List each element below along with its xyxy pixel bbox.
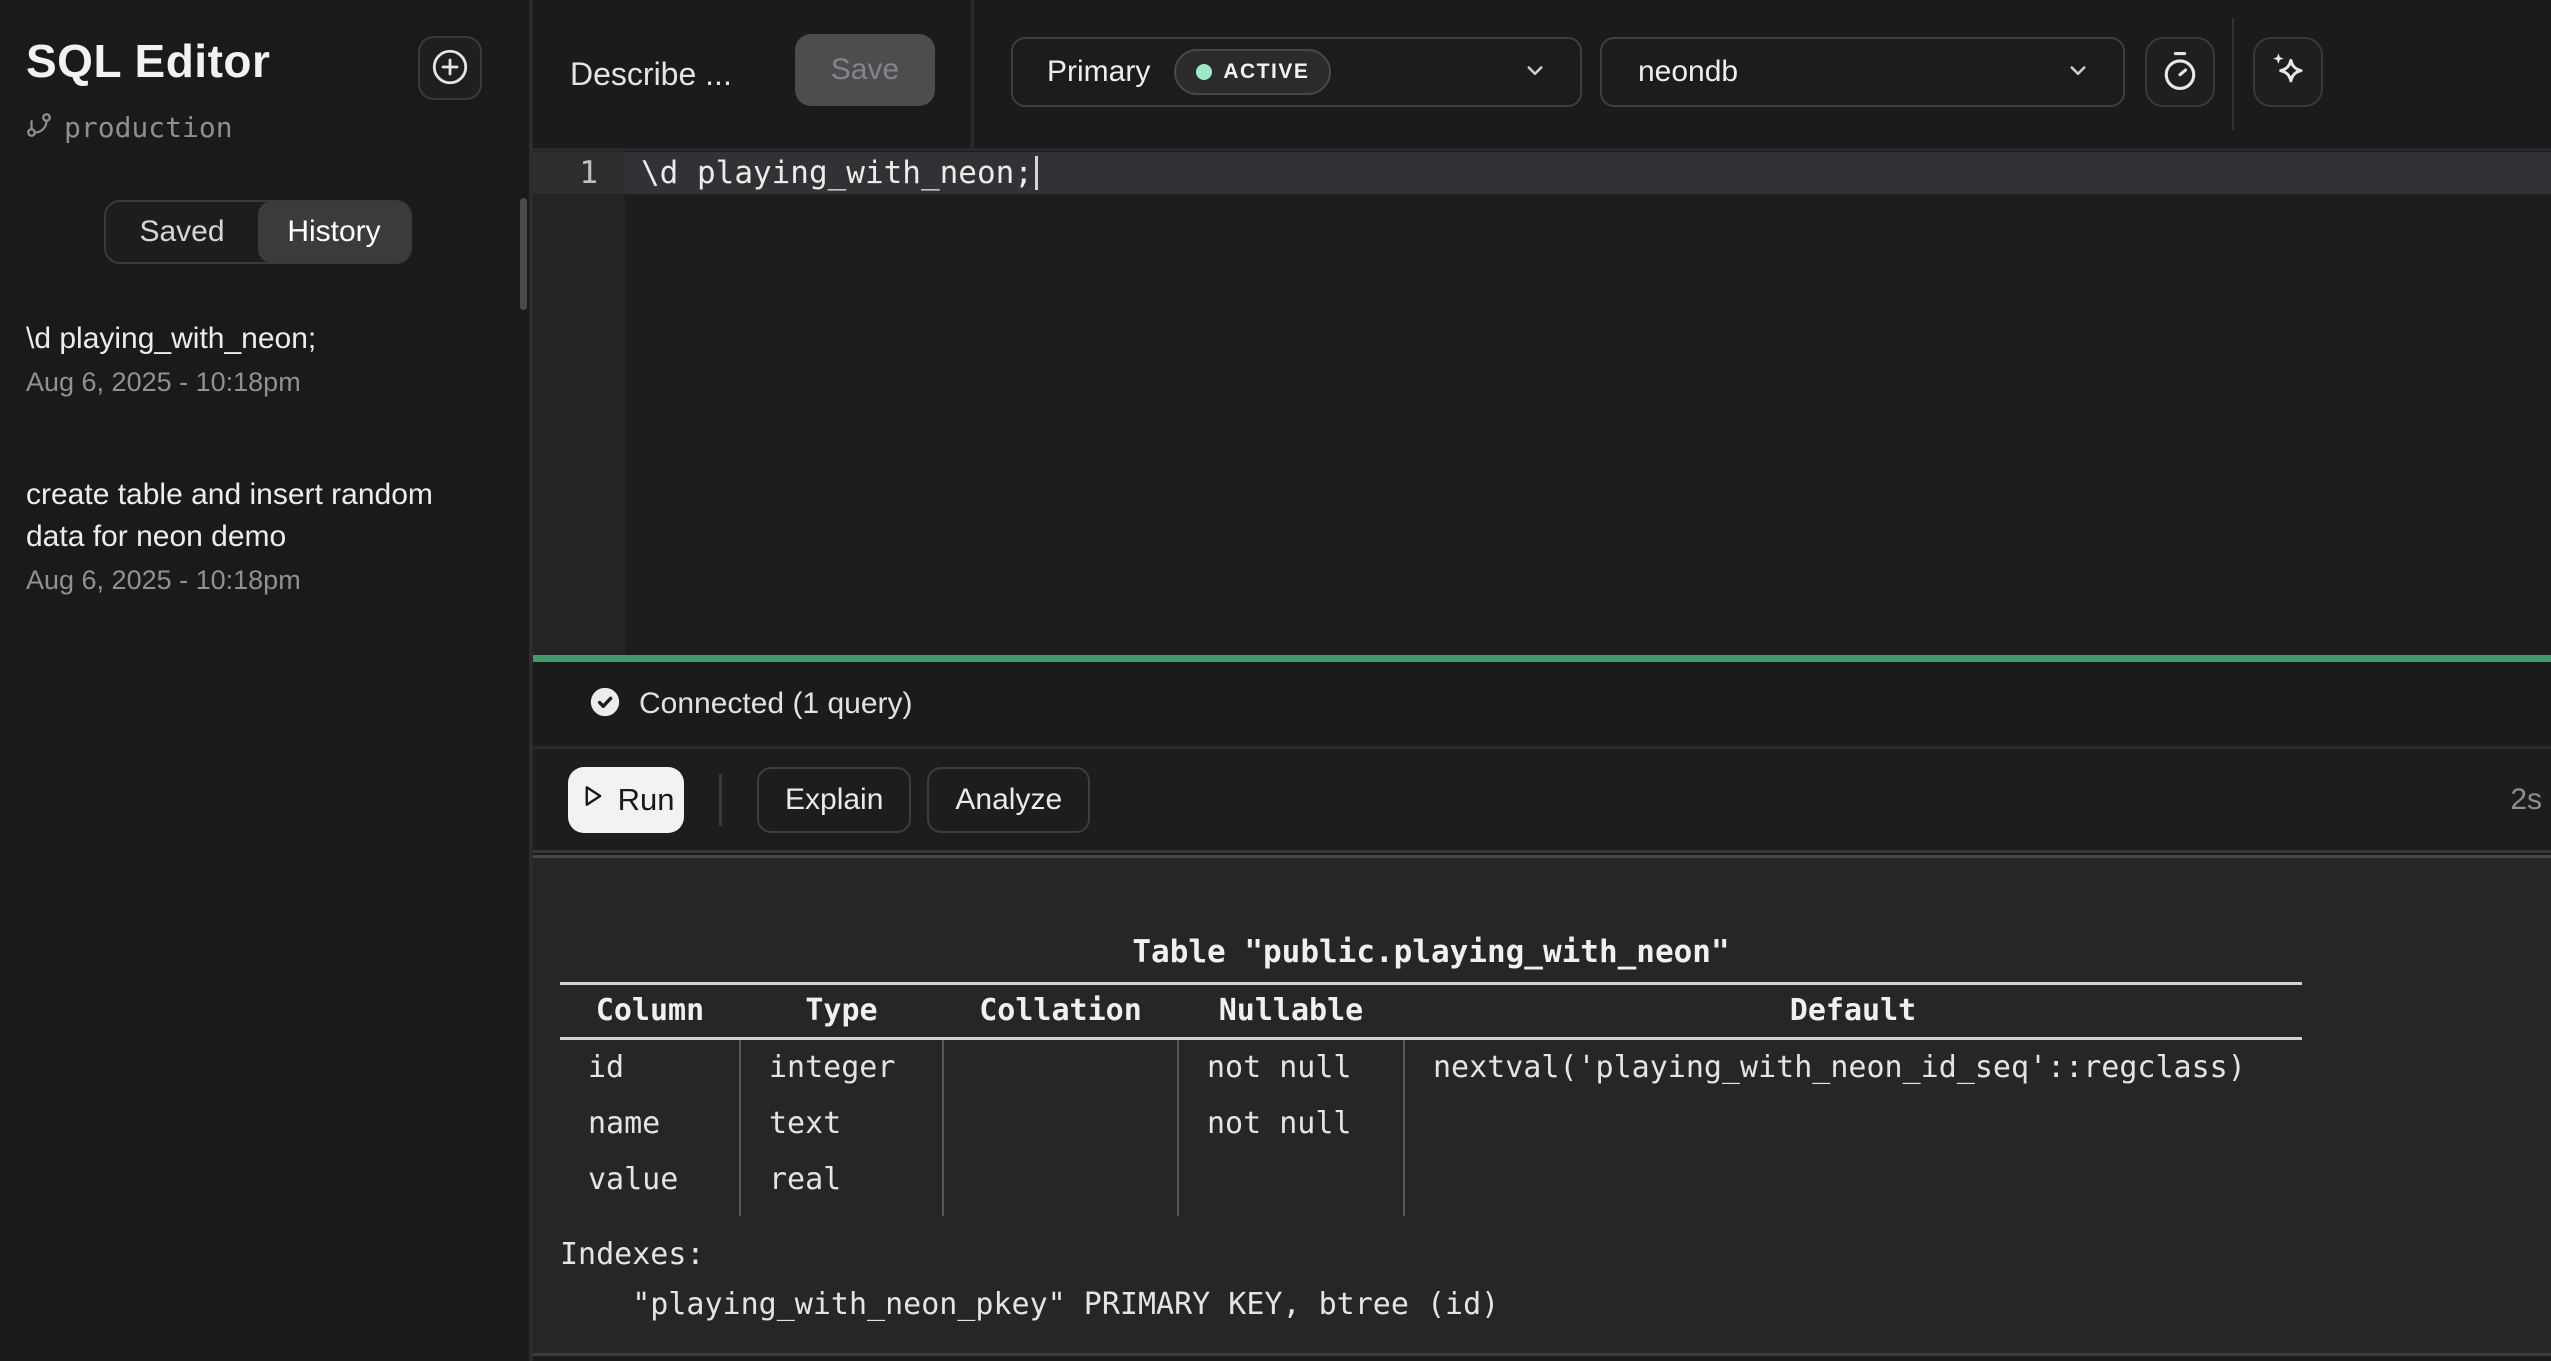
status-badge: ACTIVE xyxy=(1174,49,1331,95)
cell: not null xyxy=(1178,1039,1404,1097)
toolbar: Describe ... Save Primary ACTIVE neondb xyxy=(533,0,2551,151)
history-item-title: create table and insert random data for … xyxy=(26,474,492,558)
history-item[interactable]: create table and insert random data for … xyxy=(26,474,492,600)
sidebar-scrollbar-thumb[interactable] xyxy=(520,198,527,310)
indexes-label: Indexes: xyxy=(560,1230,2551,1280)
active-dot-icon xyxy=(1196,64,1212,80)
cell xyxy=(943,1152,1178,1216)
tab-history[interactable]: History xyxy=(258,202,410,262)
cell xyxy=(1178,1152,1404,1216)
text-cursor xyxy=(1035,156,1038,190)
action-bar: Run Explain Analyze 2s xyxy=(533,749,2551,853)
chevron-down-icon xyxy=(1520,55,1550,90)
results-panel: Table "public.playing_with_neon" Column … xyxy=(533,855,2551,1356)
table-row: id integer not null nextval('playing_wit… xyxy=(560,1039,2302,1097)
main-panel: Describe ... Save Primary ACTIVE neondb xyxy=(533,0,2551,1361)
play-icon xyxy=(578,782,606,818)
table-row: name text not null xyxy=(560,1096,2302,1152)
history-list: \d playing_with_neon; Aug 6, 2025 - 10:1… xyxy=(26,318,492,672)
cell: not null xyxy=(1178,1096,1404,1152)
saved-history-toggle: Saved History xyxy=(104,200,412,264)
explain-button[interactable]: Explain xyxy=(757,767,911,833)
history-item-timestamp: Aug 6, 2025 - 10:18pm xyxy=(26,362,492,402)
column-header: Default xyxy=(1404,984,2302,1039)
chevron-down-icon xyxy=(2063,55,2093,90)
page-title: SQL Editor xyxy=(26,34,270,88)
history-item-title: \d playing_with_neon; xyxy=(26,318,492,360)
result-table-title: Table "public.playing_with_neon" xyxy=(560,930,2302,974)
cell xyxy=(1404,1152,2302,1216)
plus-circle-icon xyxy=(429,46,471,91)
branch-selector-value: Primary xyxy=(1047,55,1150,89)
connection-accent-bar xyxy=(533,655,2551,662)
cell: name xyxy=(560,1096,740,1152)
sql-editor-app: SQL Editor production Saved History xyxy=(0,0,2551,1361)
cell: id xyxy=(560,1039,740,1097)
tab-saved[interactable]: Saved xyxy=(106,202,258,262)
line-number: 1 xyxy=(533,152,625,194)
ai-assist-button[interactable] xyxy=(2253,37,2323,107)
cell xyxy=(1404,1096,2302,1152)
cell: nextval('playing_with_neon_id_seq'::regc… xyxy=(1404,1039,2302,1097)
cell: text xyxy=(740,1096,943,1152)
column-header: Collation xyxy=(943,984,1178,1039)
action-bar-divider xyxy=(719,774,722,826)
branch-name: production xyxy=(64,111,233,144)
table-row: value real xyxy=(560,1152,2302,1216)
toolbar-icon-divider xyxy=(2232,18,2234,130)
cell: real xyxy=(740,1152,943,1216)
cell xyxy=(943,1096,1178,1152)
sparkles-icon xyxy=(2265,48,2311,97)
index-definition: "playing_with_neon_pkey" PRIMARY KEY, bt… xyxy=(560,1280,2551,1330)
column-header: Type xyxy=(740,984,943,1039)
cell xyxy=(943,1039,1178,1097)
status-badge-label: ACTIVE xyxy=(1223,60,1309,84)
run-button-label: Run xyxy=(618,782,675,818)
git-branch-icon xyxy=(24,110,54,145)
query-duration: 2s xyxy=(2510,749,2542,850)
cell: value xyxy=(560,1152,740,1216)
column-header: Nullable xyxy=(1178,984,1404,1039)
query-tab-title: Describe ... xyxy=(570,56,732,93)
stopwatch-icon xyxy=(2158,49,2202,96)
code-text: \d playing_with_neon; xyxy=(641,155,1033,191)
result-table: Column Type Collation Nullable Default i… xyxy=(560,982,2302,1216)
check-circle-icon xyxy=(588,685,622,724)
connection-status-text: Connected (1 query) xyxy=(639,687,913,721)
database-selector-value: neondb xyxy=(1638,55,1738,89)
code-cell: \d playing_with_neon; xyxy=(625,152,2551,194)
column-header: Column xyxy=(560,984,740,1039)
analyze-button[interactable]: Analyze xyxy=(927,767,1090,833)
line-number-gutter xyxy=(533,151,625,655)
branch-indicator: production xyxy=(24,110,233,145)
cell: integer xyxy=(740,1039,943,1097)
code-editor[interactable]: 1 \d playing_with_neon; xyxy=(533,151,2551,655)
new-query-button[interactable] xyxy=(418,36,482,100)
result-header-row: Column Type Collation Nullable Default xyxy=(560,984,2302,1039)
connection-status-bar: Connected (1 query) xyxy=(533,662,2551,749)
history-item[interactable]: \d playing_with_neon; Aug 6, 2025 - 10:1… xyxy=(26,318,492,402)
save-button[interactable]: Save xyxy=(795,34,935,106)
history-item-timestamp: Aug 6, 2025 - 10:18pm xyxy=(26,560,492,600)
query-timer-button[interactable] xyxy=(2145,37,2215,107)
editor-active-line: 1 \d playing_with_neon; xyxy=(533,152,2551,194)
run-button[interactable]: Run xyxy=(568,767,684,833)
result-indexes: Indexes: "playing_with_neon_pkey" PRIMAR… xyxy=(560,1230,2551,1330)
database-selector[interactable]: neondb xyxy=(1600,37,2125,107)
branch-selector[interactable]: Primary ACTIVE xyxy=(1011,37,1582,107)
toolbar-divider xyxy=(971,0,974,148)
sidebar: SQL Editor production Saved History xyxy=(0,0,529,1361)
